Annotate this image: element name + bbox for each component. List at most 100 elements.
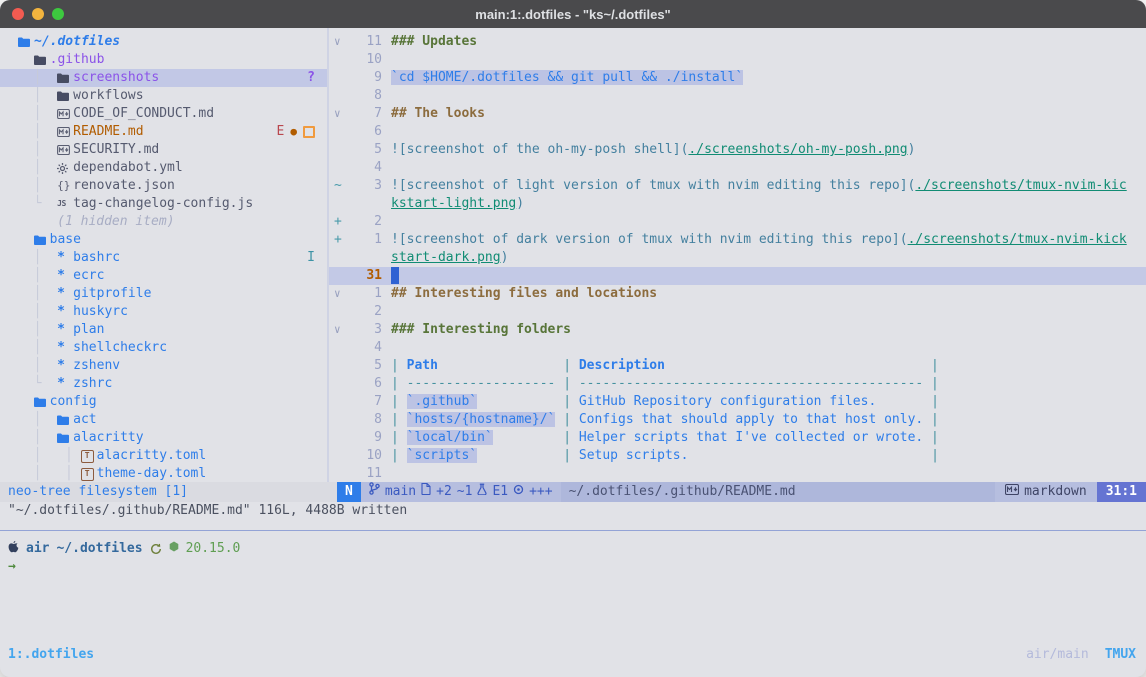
shell-pane[interactable]: air ~/.dotfiles 20.15.0 → 1:.dotfiles ai…	[0, 520, 1146, 677]
syntax-segment: |	[391, 430, 407, 445]
editor-line[interactable]: 5| Path | Description |	[329, 357, 1146, 375]
line-number: 31	[349, 267, 382, 285]
editor-line[interactable]: 9`cd $HOME/.dotfiles && git pull && ./in…	[329, 69, 1146, 87]
editor-line[interactable]: +2	[329, 213, 1146, 231]
gutter-pad	[382, 87, 391, 105]
syntax-segment: |	[555, 448, 578, 463]
line-text	[391, 123, 1146, 141]
flask-icon	[477, 482, 487, 502]
syntax-segment: Configs that should apply to that host o…	[579, 412, 923, 427]
tree-item-security.md[interactable]: │ SECURITY.md	[0, 141, 327, 159]
editor-line[interactable]: 5![screenshot of the oh-my-posh shell](.…	[329, 141, 1146, 159]
markdown-link[interactable]: start-dark.png	[391, 250, 501, 265]
line-text: | `.github` | GitHub Repository configur…	[391, 393, 1146, 411]
tree-item-theme-day.toml[interactable]: │ │ Ttheme-day.toml	[0, 465, 327, 482]
tree-item-tag-changelog-config.js[interactable]: └ JStag-changelog-config.js	[0, 195, 327, 213]
editor-line[interactable]: 7| `.github` | GitHub Repository configu…	[329, 393, 1146, 411]
tree-item-alacritty.toml[interactable]: │ │ Talacritty.toml	[0, 447, 327, 465]
tmux-window-name[interactable]: 1:.dotfiles	[8, 646, 94, 664]
tree-item-dependabot.yml[interactable]: │ dependabot.yml	[0, 159, 327, 177]
tree-item-act[interactable]: │ act	[0, 411, 327, 429]
diff-added-count: +2	[436, 482, 452, 502]
tmux-pane-divider[interactable]	[0, 530, 1146, 531]
editor-line[interactable]: kstart-light.png)	[329, 195, 1146, 213]
syntax-segment	[876, 394, 923, 409]
file-diff-icon	[421, 482, 431, 502]
tree-item-bashrc[interactable]: │ *bashrcI	[0, 249, 327, 267]
tree-item-readme.md[interactable]: │ README.mdE●	[0, 123, 327, 141]
editor-line[interactable]: 8	[329, 87, 1146, 105]
line-text	[391, 213, 1146, 231]
neo-tree-sidebar[interactable]: ~/.dotfiles .github │ screenshots? │ wor…	[0, 28, 329, 482]
folder-icon	[18, 37, 34, 47]
tree-item-huskyrc[interactable]: │ *huskyrc	[0, 303, 327, 321]
line-text	[391, 51, 1146, 69]
shell-file-icon: *	[57, 249, 73, 267]
editor-line[interactable]: +1![screenshot of dark version of tmux w…	[329, 231, 1146, 249]
editor-line[interactable]: 4	[329, 339, 1146, 357]
tree-item-gitprofile[interactable]: │ *gitprofile	[0, 285, 327, 303]
editor-line[interactable]: ∨1## Interesting files and locations	[329, 285, 1146, 303]
tree-item-shellcheckrc[interactable]: │ *shellcheckrc	[0, 339, 327, 357]
prompt-host: air	[26, 540, 49, 558]
editor-line[interactable]: 6| ------------------- | ---------------…	[329, 375, 1146, 393]
tree-item-config[interactable]: config	[0, 393, 327, 411]
zoom-button[interactable]	[52, 8, 64, 20]
line-number: 8	[349, 87, 382, 105]
syntax-segment	[688, 448, 923, 463]
tree-item-label: config	[50, 393, 97, 411]
editor-line[interactable]: start-dark.png)	[329, 249, 1146, 267]
tree-item-zshrc[interactable]: └ *zshrc	[0, 375, 327, 393]
titlebar[interactable]: main:1:.dotfiles - "ks~/.dotfiles"	[0, 0, 1146, 28]
tree-item-screenshots[interactable]: │ screenshots?	[0, 69, 327, 87]
close-button[interactable]	[12, 8, 24, 20]
editor-line[interactable]: ∨3### Interesting folders	[329, 321, 1146, 339]
syntax-segment: `.github`	[407, 394, 477, 409]
editor-line[interactable]: 4	[329, 159, 1146, 177]
syntax-segment	[438, 358, 555, 373]
editor-line[interactable]: 8| `hosts/{hostname}/` | Configs that sh…	[329, 411, 1146, 429]
editor-cursor-line[interactable]: 31	[329, 267, 1146, 285]
tree-item-renovate.json[interactable]: │ {}renovate.json	[0, 177, 327, 195]
markdown-link[interactable]: ./screenshots/tmux-nvim-kic	[915, 178, 1126, 193]
prompt-arrow[interactable]: →	[0, 558, 1146, 576]
editor-line[interactable]: 10| `scripts` | Setup scripts. |	[329, 447, 1146, 465]
editor-buffer[interactable]: ∨11### Updates109`cd $HOME/.dotfiles && …	[329, 28, 1146, 482]
window-title: main:1:.dotfiles - "ks~/.dotfiles"	[475, 7, 670, 22]
editor-line[interactable]: 10	[329, 51, 1146, 69]
shell-file-icon: *	[57, 267, 73, 285]
fold-chevron-icon[interactable]: ∨	[329, 33, 349, 51]
fold-chevron-icon[interactable]: ∨	[329, 321, 349, 339]
tree-item-plan[interactable]: │ *plan	[0, 321, 327, 339]
markdown-link[interactable]: ./screenshots/tmux-nvim-kick	[908, 232, 1127, 247]
tree-item-alacritty[interactable]: │ alacritty	[0, 429, 327, 447]
editor-line[interactable]: 9| `local/bin` | Helper scripts that I'v…	[329, 429, 1146, 447]
editor-line[interactable]: 2	[329, 303, 1146, 321]
line-number: 3	[349, 177, 382, 195]
sign-column	[329, 159, 349, 177]
minimize-button[interactable]	[32, 8, 44, 20]
sign-column	[329, 123, 349, 141]
markdown-link[interactable]: kstart-light.png	[391, 196, 516, 211]
editor-line[interactable]: ∨11### Updates	[329, 33, 1146, 51]
tree-item-.github[interactable]: .github	[0, 51, 327, 69]
tree-item-base[interactable]: base	[0, 231, 327, 249]
tree-item-ecrc[interactable]: │ *ecrc	[0, 267, 327, 285]
tree-item--1-hidden-item-[interactable]: (1 hidden item)	[0, 213, 327, 231]
tree-item--.dotfiles[interactable]: ~/.dotfiles	[0, 33, 327, 51]
status-badge: E	[277, 123, 285, 141]
editor-line[interactable]: 6	[329, 123, 1146, 141]
tree-guide: │	[18, 285, 57, 303]
editor-line[interactable]: 11	[329, 465, 1146, 482]
tree-item-workflows[interactable]: │ workflows	[0, 87, 327, 105]
fold-chevron-icon[interactable]: ∨	[329, 285, 349, 303]
line-number: 6	[349, 123, 382, 141]
diff-modified-count: ~1	[457, 482, 473, 502]
tree-item-code-of-conduct.md[interactable]: │ CODE_OF_CONDUCT.md	[0, 105, 327, 123]
editor-line[interactable]: ~3![screenshot of light version of tmux …	[329, 177, 1146, 195]
tree-item-zshenv[interactable]: │ *zshenv	[0, 357, 327, 375]
fold-chevron-icon[interactable]: ∨	[329, 105, 349, 123]
editor-line[interactable]: ∨7## The looks	[329, 105, 1146, 123]
line-text: | `local/bin` | Helper scripts that I've…	[391, 429, 1146, 447]
markdown-link[interactable]: ./screenshots/oh-my-posh.png	[688, 142, 907, 157]
